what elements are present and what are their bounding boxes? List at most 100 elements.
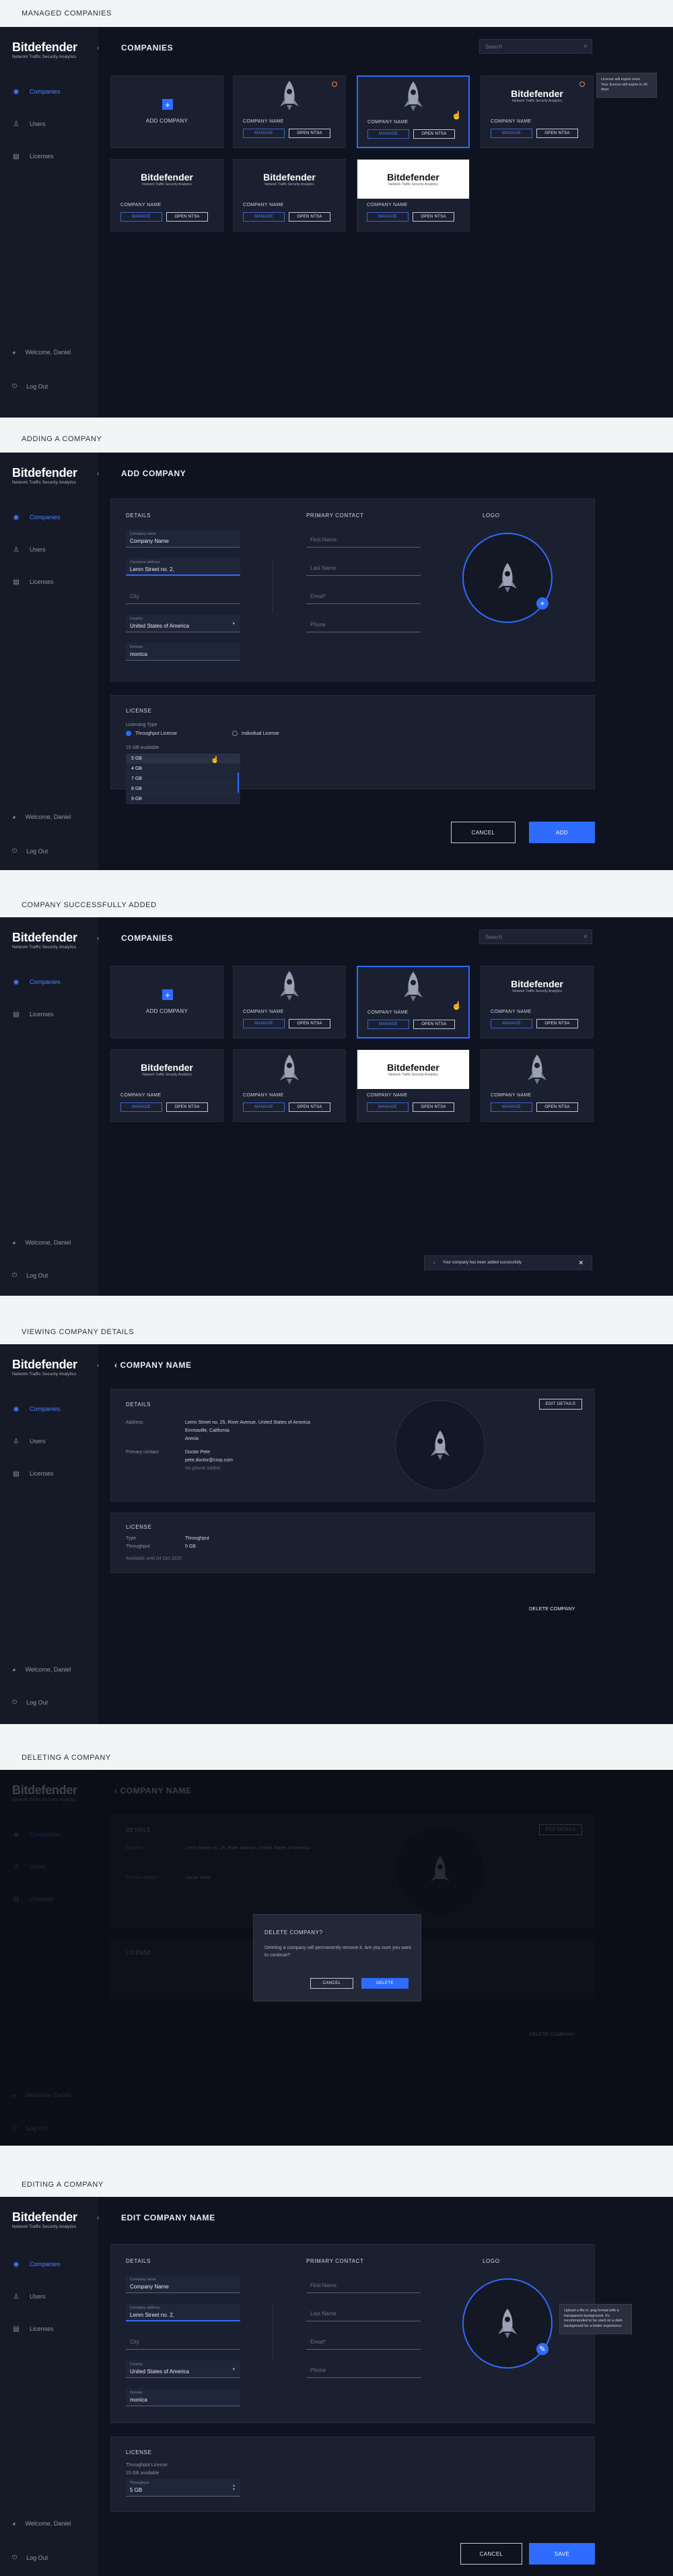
domain-field[interactable]: Domain monica <box>126 643 240 661</box>
open-ntsa-button[interactable]: OPEN NTSA <box>413 129 455 139</box>
add-company-card[interactable]: + ADD COMPANY <box>110 75 223 148</box>
company-card[interactable]: Bitdefender Network Traffic Security Anal… <box>481 75 594 148</box>
nav-companies[interactable]: ◉Companies <box>12 2260 61 2268</box>
search-input[interactable]: Search ⌕ <box>479 929 592 944</box>
individual-license-radio[interactable]: Individual License <box>232 731 279 736</box>
manage-button[interactable]: MANAGE <box>491 1102 532 1112</box>
save-button[interactable]: SAVE <box>529 2543 595 2565</box>
company-card[interactable]: Bitdefender Network Traffic Security Anal… <box>110 159 223 232</box>
open-ntsa-button[interactable]: OPEN NTSA <box>166 1102 208 1112</box>
city-field[interactable]: City <box>126 2332 240 2350</box>
phone-field[interactable]: Phone <box>306 615 421 632</box>
first-name-field[interactable]: First Name <box>306 2276 421 2293</box>
company-name-field[interactable]: Company name Company Name <box>126 530 240 548</box>
nav-companies[interactable]: ◉Companies <box>12 1405 61 1413</box>
nav-licenses[interactable]: ▤Licenses <box>12 578 53 586</box>
manage-button[interactable]: MANAGE <box>120 212 162 222</box>
throughput-dropdown[interactable]: 5 GB 4 GB 7 GB 8 GB 9 GB <box>126 754 240 804</box>
add-button[interactable]: ADD <box>529 822 595 843</box>
company-card[interactable]: Bitdefender Network Traffic Security Anal… <box>481 966 594 1038</box>
nav-users[interactable]: ♙Users <box>12 120 46 128</box>
company-card[interactable]: Bitdefender Network Traffic Security Anal… <box>233 159 346 232</box>
edit-details-button[interactable]: EDIT DETAILS <box>539 1399 582 1410</box>
cancel-button[interactable]: CANCEL <box>451 822 516 843</box>
nav-users[interactable]: ♙Users <box>12 546 46 554</box>
company-card[interactable]: COMPANY NAME MANAGE OPEN NTSA <box>481 1049 594 1122</box>
close-icon[interactable]: ✕ <box>578 1259 583 1267</box>
company-address-field[interactable]: Company address Lemn Street no. 2, <box>126 2304 240 2321</box>
email-field[interactable]: Email* <box>306 587 421 604</box>
manage-button[interactable]: MANAGE <box>491 1019 532 1028</box>
company-card[interactable]: COMPANY NAME MANAGE OPEN NTSA <box>233 75 346 148</box>
throughput-license-radio[interactable]: Throughput License <box>126 731 177 736</box>
company-card[interactable]: Bitdefender Network Traffic Security Anal… <box>357 1049 470 1122</box>
plus-icon[interactable]: + <box>536 597 548 609</box>
warning-badge-icon[interactable] <box>332 81 337 87</box>
open-ntsa-button[interactable]: OPEN NTSA <box>289 1019 330 1028</box>
country-select[interactable]: Country United States of America ▾ <box>126 615 240 632</box>
logout-link[interactable]: ⏻Log Out <box>12 2554 48 2561</box>
company-address-field[interactable]: Company address Lemn Street no. 2, <box>126 558 240 576</box>
email-field[interactable]: Email* <box>306 2332 421 2350</box>
cancel-button[interactable]: CANCEL <box>460 2543 522 2565</box>
company-card-selected[interactable]: ☝ COMPANY NAME MANAGE OPEN NTSA <box>357 75 470 148</box>
dropdown-option[interactable]: 4 GB <box>126 764 240 774</box>
stepper-arrows-icon[interactable]: ▴ ▾ <box>233 2484 235 2492</box>
last-name-field[interactable]: Last Name <box>306 2304 421 2321</box>
manage-button[interactable]: MANAGE <box>367 129 409 139</box>
back-icon[interactable]: ‹ <box>114 1360 120 1370</box>
delete-company-link[interactable]: DELETE COMPANY <box>529 1606 575 1612</box>
open-ntsa-button[interactable]: OPEN NTSA <box>413 1102 454 1112</box>
manage-button[interactable]: MANAGE <box>367 212 409 222</box>
nav-licenses[interactable]: ▤Licenses <box>12 152 53 160</box>
domain-field[interactable]: Domain monica <box>126 2389 240 2406</box>
manage-button[interactable]: MANAGE <box>367 1102 409 1112</box>
scrollbar[interactable] <box>238 772 239 793</box>
open-ntsa-button[interactable]: OPEN NTSA <box>536 129 578 138</box>
cancel-button[interactable]: CANCEL <box>310 1978 353 1989</box>
last-name-field[interactable]: Last Name <box>306 558 421 576</box>
search-input[interactable]: Search ⌕ <box>479 39 592 54</box>
open-ntsa-button[interactable]: OPEN NTSA <box>413 212 454 222</box>
open-ntsa-button[interactable]: OPEN NTSA <box>289 212 330 222</box>
manage-button[interactable]: MANAGE <box>120 1102 162 1112</box>
manage-button[interactable]: MANAGE <box>243 129 285 138</box>
open-ntsa-button[interactable]: OPEN NTSA <box>536 1019 578 1028</box>
country-select[interactable]: Country United States of America ▾ <box>126 2360 240 2378</box>
nav-users[interactable]: ♙Users <box>12 2292 46 2301</box>
dropdown-option[interactable]: 8 GB <box>126 784 240 794</box>
manage-button[interactable]: MANAGE <box>243 1102 285 1112</box>
company-card[interactable]: COMPANY NAME MANAGE OPEN NTSA <box>233 1049 346 1122</box>
logout-link[interactable]: ⏻Log Out <box>12 847 48 855</box>
open-ntsa-button[interactable]: OPEN NTSA <box>536 1102 578 1112</box>
logout-link[interactable]: ⏻Log Out <box>12 1698 48 1706</box>
nav-licenses[interactable]: ▤Licenses <box>12 1010 53 1018</box>
logo-upload[interactable]: + <box>462 533 553 623</box>
manage-button[interactable]: MANAGE <box>243 212 285 222</box>
dropdown-option[interactable]: 9 GB <box>126 794 240 804</box>
company-name-field[interactable]: Company name Company Name <box>126 2276 240 2293</box>
welcome-user[interactable]: ◕Welcome, Daniel <box>12 1666 71 1673</box>
logout-link[interactable]: ⏻Log Out <box>12 383 48 390</box>
first-name-field[interactable]: First Name <box>306 530 421 548</box>
delete-button[interactable]: DELETE <box>361 1978 409 1989</box>
company-card-selected[interactable]: ☝ COMPANY NAME MANAGE OPEN NTSA <box>357 966 470 1038</box>
open-ntsa-button[interactable]: OPEN NTSA <box>166 212 208 222</box>
company-card[interactable]: COMPANY NAME MANAGE OPEN NTSA <box>233 966 346 1038</box>
edit-pencil-icon[interactable]: ✎ <box>536 2343 548 2355</box>
logo-upload[interactable]: ✎ <box>462 2278 553 2369</box>
company-card[interactable]: Bitdefender Network Traffic Security Anal… <box>110 1049 223 1122</box>
manage-button[interactable]: MANAGE <box>491 129 532 138</box>
warning-badge-icon[interactable] <box>579 81 585 87</box>
welcome-user[interactable]: ◕Welcome, Daniel <box>12 2520 71 2527</box>
open-ntsa-button[interactable]: OPEN NTSA <box>289 1102 330 1112</box>
manage-button[interactable]: MANAGE <box>367 1020 409 1029</box>
nav-licenses[interactable]: ▤Licenses <box>12 2325 53 2333</box>
city-field[interactable]: City <box>126 587 240 604</box>
welcome-user[interactable]: ◕Welcome, Daniel <box>12 814 71 820</box>
phone-field[interactable]: Phone <box>306 2360 421 2378</box>
manage-button[interactable]: MANAGE <box>243 1019 285 1028</box>
welcome-user[interactable]: ◕Welcome, Daniel <box>12 1239 71 1246</box>
nav-users[interactable]: ♙Users <box>12 1437 46 1445</box>
logout-link[interactable]: ⏻Log Out <box>12 1272 48 1279</box>
